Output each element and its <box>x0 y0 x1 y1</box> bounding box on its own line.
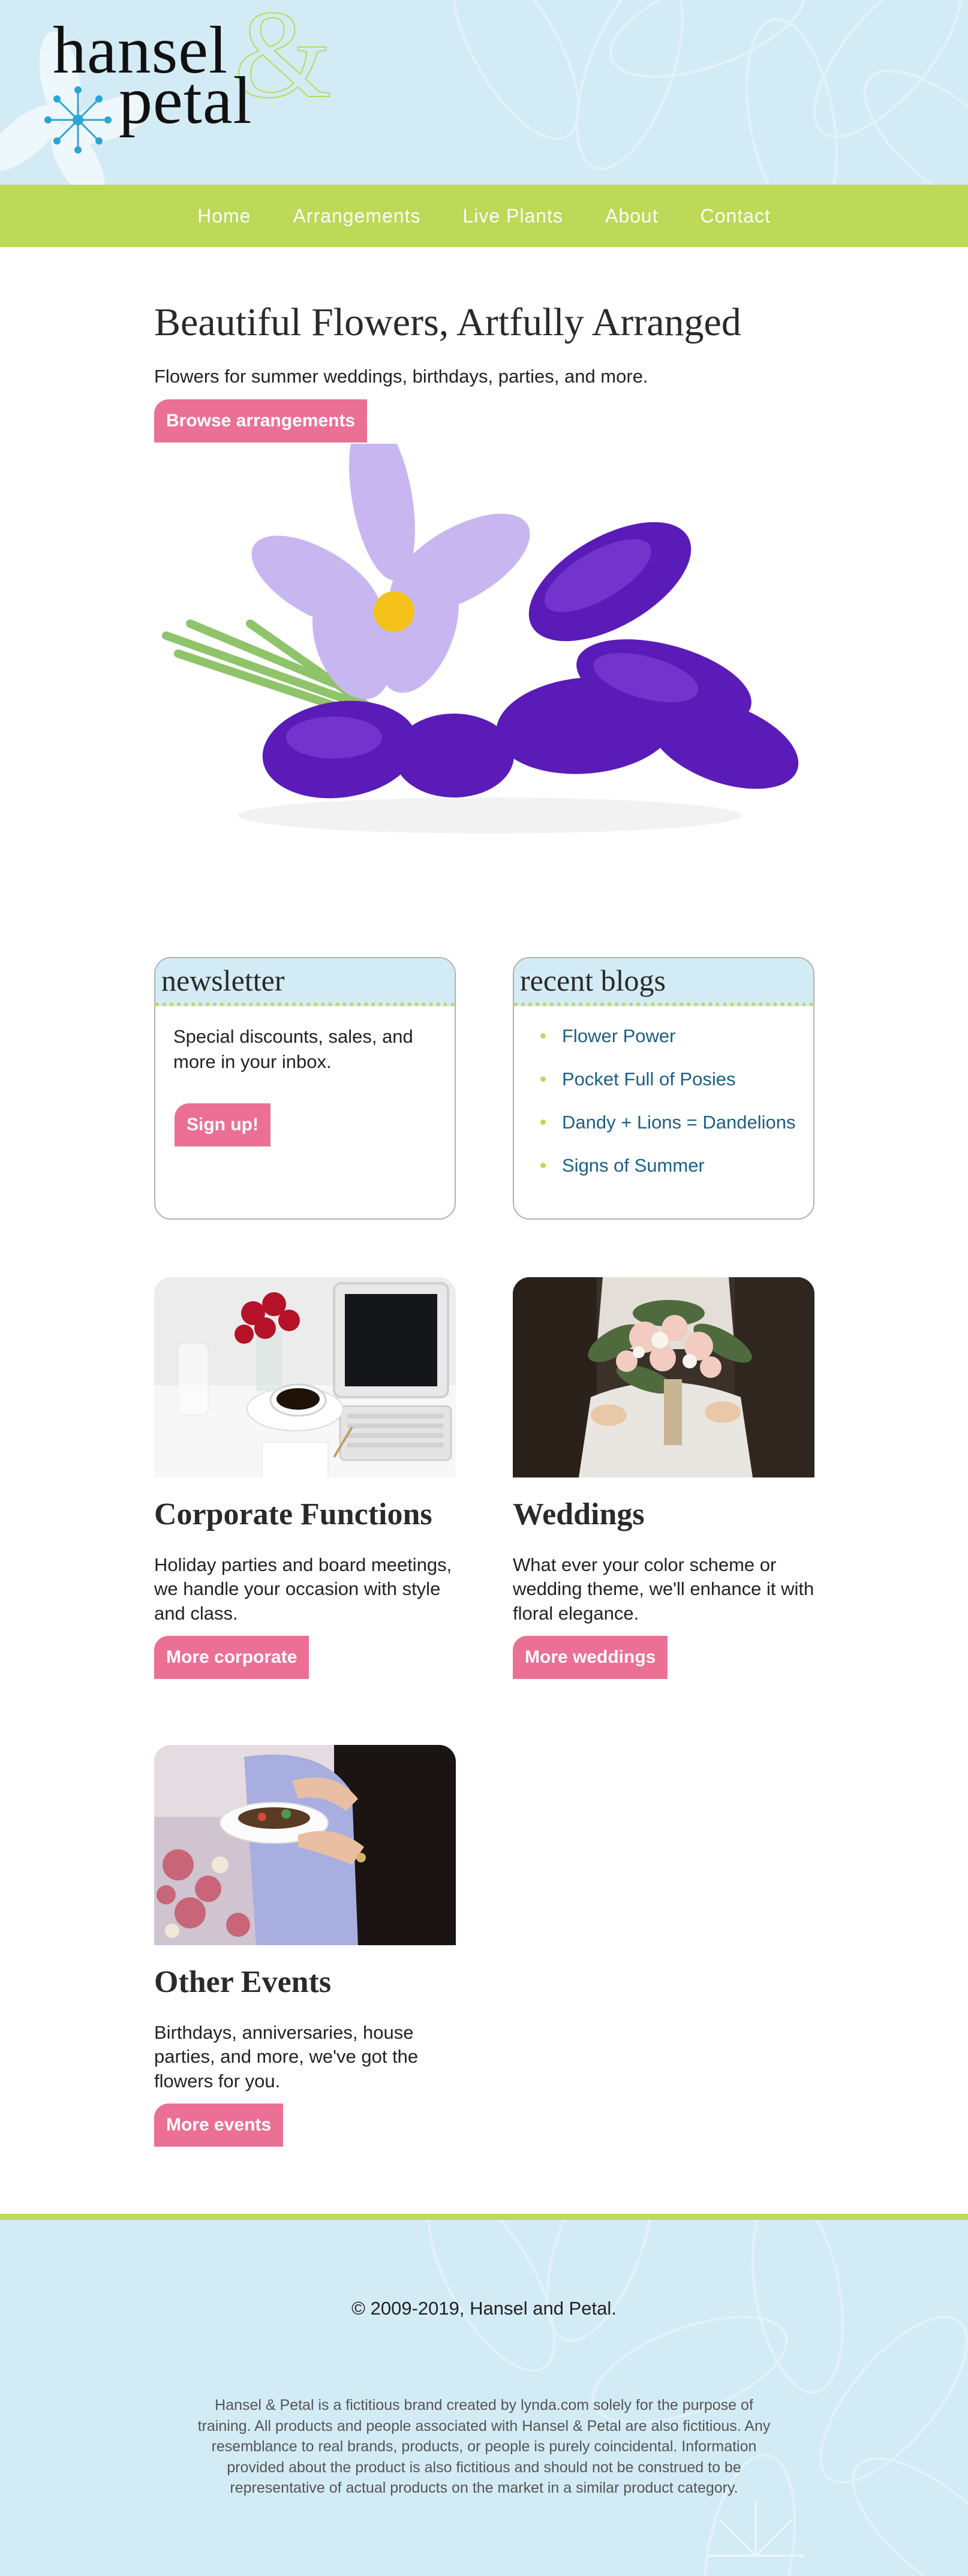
other-events-text: Birthdays, anniversaries, house parties,… <box>154 2022 419 2092</box>
weddings-image <box>513 1277 814 1477</box>
weddings-title: Weddings <box>513 1497 645 1531</box>
recent-blogs-panel: recent blogs Flower Power Pocket Full of… <box>513 957 814 1220</box>
newsletter-heading: newsletter <box>155 958 455 1006</box>
recent-blogs-heading: recent blogs <box>514 958 813 1006</box>
nav-live-plants[interactable]: Live Plants <box>462 205 563 227</box>
blog-link-dandelions[interactable]: Dandy + Lions = Dandelions <box>538 1111 813 1154</box>
sign-up-button[interactable]: Sign up! <box>175 1103 270 1146</box>
main-navigation: Home Arrangements Live Plants About Cont… <box>0 185 968 247</box>
corporate-functions-text: Holiday parties and board meetings, we h… <box>154 1554 452 1624</box>
corporate-functions-image <box>154 1277 456 1477</box>
more-corporate-button[interactable]: More corporate <box>154 1636 309 1679</box>
site-logo[interactable]: & hansel petal <box>0 0 342 185</box>
hero-title: Beautiful Flowers, Artfully Arranged <box>154 300 741 344</box>
more-weddings-button[interactable]: More weddings <box>513 1636 668 1679</box>
corporate-functions-title: Corporate Functions <box>154 1497 432 1531</box>
nav-arrangements[interactable]: Arrangements <box>293 205 420 227</box>
other-events-title: Other Events <box>154 1965 332 1999</box>
site-header: & hansel petal <box>0 0 968 185</box>
blog-list: Flower Power Pocket Full of Posies Dandy… <box>514 1006 813 1197</box>
hero-subtitle: Flowers for summer weddings, birthdays, … <box>154 366 648 387</box>
disclaimer-text: Hansel & Petal is a fictitious brand cre… <box>197 2397 771 2496</box>
footer-divider <box>0 2214 968 2220</box>
newsletter-panel: newsletter Special discounts, sales, and… <box>154 957 456 1220</box>
weddings-text: What ever your color scheme or wedding t… <box>513 1554 814 1624</box>
blog-link-pocket-full-of-posies[interactable]: Pocket Full of Posies <box>538 1067 813 1111</box>
blog-link-flower-power[interactable]: Flower Power <box>538 1024 813 1067</box>
nav-home[interactable]: Home <box>197 205 251 227</box>
more-events-button[interactable]: More events <box>154 2103 284 2147</box>
newsletter-text: Special discounts, sales, and more in yo… <box>173 1026 413 1072</box>
copyright-text: © 2009-2019, Hansel and Petal. <box>351 2298 617 2319</box>
other-events-image <box>154 1745 456 1945</box>
site-footer: © 2009-2019, Hansel and Petal. Hansel & … <box>0 2220 968 2576</box>
crocus-bouquet-image <box>162 444 799 833</box>
nav-about[interactable]: About <box>605 205 659 227</box>
browse-arrangements-button[interactable]: Browse arrangements <box>154 399 368 443</box>
blog-link-signs-of-summer[interactable]: Signs of Summer <box>538 1154 813 1197</box>
nav-contact[interactable]: Contact <box>701 205 771 227</box>
logo-word-petal: petal <box>119 64 252 138</box>
